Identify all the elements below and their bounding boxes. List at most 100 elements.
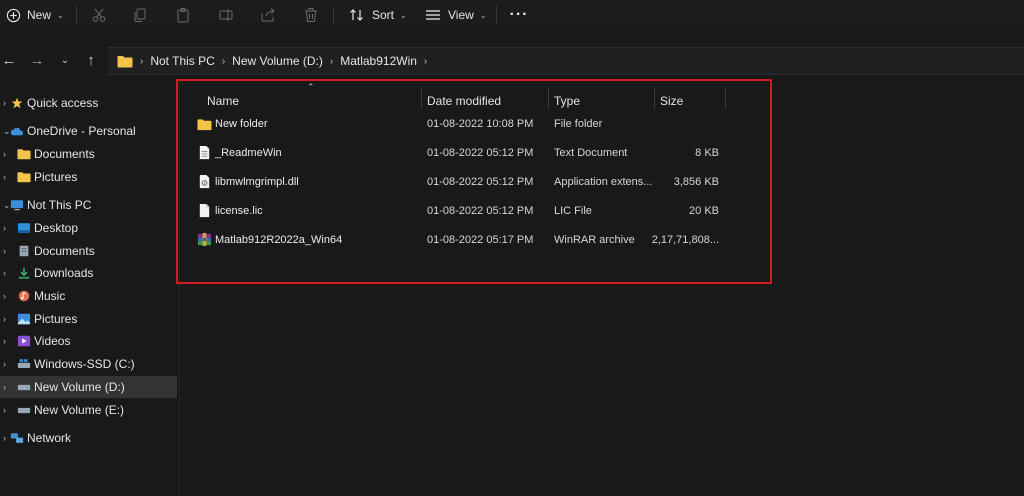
- chevron-down-icon: ⌄: [479, 10, 487, 20]
- navigation-pane: › Quick access ⌄ OneDrive - Personal › D…: [0, 82, 180, 496]
- breadcrumb-separator-icon: ›: [140, 55, 144, 67]
- sidebar-item-videos[interactable]: › Videos: [0, 330, 177, 352]
- sidebar-item-label: New Volume (E:): [34, 403, 125, 417]
- view-icon: [426, 10, 440, 20]
- rename-icon[interactable]: [217, 6, 235, 24]
- sort-button[interactable]: Sort ⌄: [349, 4, 407, 26]
- cut-icon[interactable]: [90, 6, 108, 24]
- desktop-icon: [17, 223, 31, 233]
- download-icon: [18, 267, 30, 279]
- music-icon: [18, 290, 30, 302]
- breadcrumb-separator-icon: ›: [329, 55, 334, 67]
- chevron-right-icon[interactable]: ›: [3, 405, 6, 415]
- share-icon[interactable]: [259, 6, 277, 24]
- table-row[interactable]: _ReadmeWin 01-08-2022 05:12 PM Text Docu…: [180, 140, 774, 169]
- new-button[interactable]: New ⌄: [6, 4, 64, 26]
- sidebar-item-label: Network: [27, 431, 72, 445]
- sidebar-item-new-volume-d[interactable]: › New Volume (D:): [0, 376, 177, 398]
- sidebar-item-label: Pictures: [34, 312, 78, 326]
- paste-icon[interactable]: [174, 6, 192, 24]
- table-row[interactable]: license.lic 01-08-2022 05:12 PM LIC File…: [180, 198, 774, 227]
- chevron-right-icon[interactable]: ›: [3, 314, 6, 324]
- table-row[interactable]: libmwlmgrimpl.dll 01-08-2022 05:12 PM Ap…: [180, 169, 774, 198]
- file-type: WinRAR archive: [554, 234, 635, 246]
- sidebar-item-label: New Volume (D:): [34, 380, 125, 394]
- column-divider[interactable]: [421, 87, 422, 109]
- file-name: _ReadmeWin: [215, 147, 282, 159]
- chevron-right-icon[interactable]: ›: [3, 291, 6, 301]
- sidebar-item-music[interactable]: › Music: [0, 285, 177, 307]
- videos-icon: [17, 335, 31, 347]
- chevron-right-icon[interactable]: ›: [3, 268, 6, 278]
- table-row[interactable]: Matlab912R2022a_Win64 01-08-2022 05:17 P…: [180, 227, 774, 256]
- sidebar-item-new-volume-e[interactable]: › New Volume (E:): [0, 399, 177, 421]
- recent-locations-chevron-icon[interactable]: ⌄: [56, 51, 74, 69]
- breadcrumb-item[interactable]: Matlab912Win: [340, 54, 417, 68]
- delete-icon[interactable]: [302, 6, 320, 24]
- sort-indicator-icon: ⌃: [307, 82, 315, 92]
- file-list: ⌃ Name Date modified Type Size New folde…: [180, 82, 1024, 496]
- back-arrow-icon[interactable]: ←: [0, 51, 18, 69]
- chevron-right-icon[interactable]: ›: [3, 433, 6, 443]
- view-button[interactable]: View ⌄: [425, 4, 487, 26]
- file-size: 8 KB: [695, 147, 719, 159]
- breadcrumb-item[interactable]: Not This PC: [150, 54, 214, 68]
- sidebar-item-label: Quick access: [27, 96, 99, 110]
- column-divider[interactable]: [548, 87, 549, 109]
- sidebar-item-network[interactable]: › Network: [0, 427, 177, 449]
- folder-icon: [197, 119, 212, 131]
- file-type: File folder: [554, 118, 603, 130]
- chevron-right-icon[interactable]: ›: [3, 223, 6, 233]
- column-divider[interactable]: [725, 87, 726, 109]
- table-row[interactable]: New folder 01-08-2022 10:08 PM File fold…: [180, 111, 774, 140]
- file-date: 01-08-2022 05:17 PM: [427, 234, 534, 246]
- file-date: 01-08-2022 05:12 PM: [427, 176, 534, 188]
- sidebar-item-label: Documents: [34, 147, 95, 161]
- sidebar-item-desktop[interactable]: › Desktop: [0, 217, 177, 239]
- chevron-right-icon[interactable]: ›: [3, 246, 6, 256]
- sidebar-item-quick-access[interactable]: › Quick access: [0, 92, 177, 114]
- more-options-icon[interactable]: ···: [510, 6, 528, 24]
- file-date: 01-08-2022 05:12 PM: [427, 205, 534, 217]
- chevron-right-icon[interactable]: ›: [3, 382, 6, 392]
- copy-icon[interactable]: [131, 6, 149, 24]
- sidebar-item-documents[interactable]: › Documents: [0, 143, 177, 165]
- sidebar-item-this-pc[interactable]: ⌄ Not This PC: [0, 194, 177, 216]
- file-name: libmwlmgrimpl.dll: [215, 176, 299, 188]
- folder-icon: [17, 149, 31, 160]
- sidebar-item-label: Pictures: [34, 170, 78, 184]
- cloud-icon: [10, 127, 24, 136]
- sidebar-item-onedrive[interactable]: ⌄ OneDrive - Personal: [0, 120, 177, 142]
- chevron-right-icon[interactable]: ›: [3, 149, 6, 159]
- address-bar[interactable]: › Not This PC › New Volume (D:) › Matlab…: [108, 47, 1024, 75]
- breadcrumb-separator-icon[interactable]: ›: [424, 56, 427, 67]
- chevron-right-icon[interactable]: ›: [3, 336, 6, 346]
- new-label: New: [27, 8, 52, 22]
- sidebar-item-downloads[interactable]: › Downloads: [0, 262, 177, 284]
- pictures-icon: [17, 313, 31, 325]
- column-divider[interactable]: [654, 87, 655, 109]
- sidebar-item-label: Music: [34, 289, 66, 303]
- up-arrow-icon[interactable]: ↑: [82, 51, 100, 69]
- chevron-right-icon[interactable]: ›: [3, 98, 6, 108]
- sidebar-item-windows-ssd[interactable]: › Windows-SSD (C:): [0, 353, 177, 375]
- sidebar-item-documents-pc[interactable]: › Documents: [0, 240, 177, 262]
- chevron-down-icon: ⌄: [400, 10, 407, 20]
- breadcrumb-item[interactable]: New Volume (D:): [232, 54, 323, 68]
- chevron-right-icon[interactable]: ›: [3, 359, 6, 369]
- sidebar-item-label: OneDrive - Personal: [27, 124, 136, 138]
- file-type: Application extens...: [554, 176, 653, 188]
- sidebar-item-label: Desktop: [34, 221, 79, 235]
- sort-label: Sort: [372, 8, 395, 22]
- sidebar-item-pictures-pc[interactable]: › Pictures: [0, 308, 177, 330]
- forward-arrow-icon[interactable]: →: [28, 51, 46, 69]
- sidebar-item-label: Documents: [34, 244, 95, 258]
- documents-icon: [19, 245, 29, 257]
- file-icon: [199, 203, 210, 218]
- chevron-right-icon[interactable]: ›: [3, 172, 6, 182]
- star-icon: [11, 97, 23, 109]
- sidebar-item-pictures[interactable]: › Pictures: [0, 166, 177, 188]
- text-file-icon: [199, 145, 210, 160]
- file-name: New folder: [215, 118, 268, 130]
- view-label: View: [448, 8, 474, 22]
